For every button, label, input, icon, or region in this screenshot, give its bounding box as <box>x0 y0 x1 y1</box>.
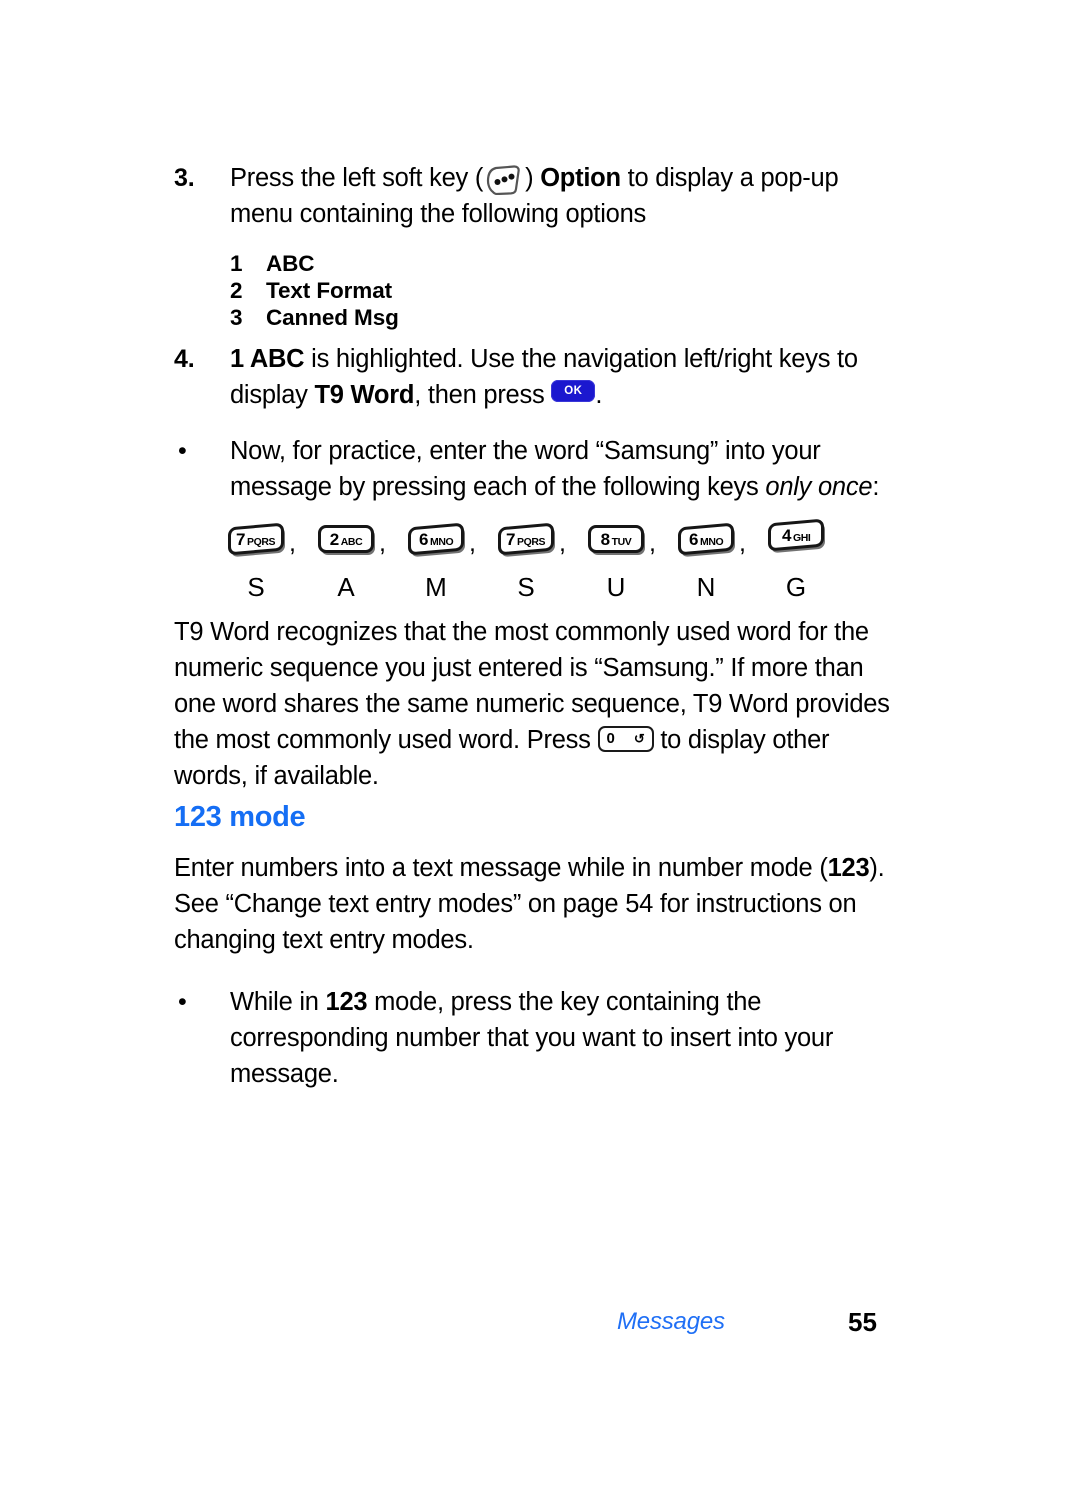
keycap-7-pqrs: 7 PQRS <box>228 522 284 556</box>
keycap-letters: ABC <box>340 536 363 548</box>
mode123-paragraph: Enter numbers into a text message while … <box>174 850 896 958</box>
keycap-7-pqrs-2: 7 PQRS <box>498 522 554 556</box>
keycap-4-ghi: 4 GHI <box>768 518 824 552</box>
keypad-sequence: 7 PQRS , 2 ABC , 6 MNO , 7 PQRS , 8 TUV … <box>228 518 928 567</box>
keycap-2-abc: 2 ABC <box>318 525 374 553</box>
document-page: 3. Press the left soft key () Option to … <box>0 0 1080 1492</box>
keycap-letters: MNO <box>429 536 454 548</box>
ok-key-label: OK <box>564 385 583 397</box>
option-label: Text Format <box>266 278 393 303</box>
ok-key-icon: OK <box>551 380 596 402</box>
mode123-bullet: • While in 123 mode, press the key conta… <box>174 984 896 1092</box>
keycap-6-mno: 6 MNO <box>408 522 464 556</box>
page-title-123-mode: 123 mode <box>174 801 306 833</box>
keycap-separator: , <box>559 529 566 557</box>
keycap-6-mno-2: 6 MNO <box>678 522 734 556</box>
samsung-letters-row: S A M S U N G <box>228 570 928 610</box>
keycap-slot-3: 6 MNO , <box>408 521 476 557</box>
step-3-number: 3. <box>174 164 195 192</box>
practice-bullet-colon: : <box>872 473 880 501</box>
mode123-paragraph-bold: 123 <box>827 854 870 882</box>
keycap-8-tuv: 8 TUV <box>588 525 644 553</box>
step-4-text-tail: , then press <box>414 381 552 409</box>
keycap-letters: GHI <box>792 532 811 544</box>
option-list: 1 ABC 2 Text Format 3 Canned Msg <box>174 250 904 331</box>
step-4-bold-lead: 1 ABC <box>230 345 305 373</box>
footer-page-number: 55 <box>848 1307 877 1337</box>
option-index: 3 <box>230 305 243 330</box>
keycap-digit: 8 <box>600 529 610 549</box>
practice-bullet: • Now, for practice, enter the word “Sam… <box>174 433 904 505</box>
step-4-bold-term: T9 Word <box>314 381 415 409</box>
option-item-1: 1 ABC <box>230 250 904 277</box>
keycap-letters: MNO <box>699 536 724 548</box>
option-label: Canned Msg <box>266 305 399 330</box>
t9-paragraph-block: T9 Word recognizes that the most commonl… <box>174 614 896 794</box>
keycap-slot-4: 7 PQRS , <box>498 521 566 557</box>
keycap-letters: TUV <box>611 536 632 548</box>
samsung-letter-1: S <box>247 572 265 602</box>
keycap-separator: , <box>289 529 296 557</box>
samsung-letter-7: G <box>785 572 807 602</box>
keycap-letters: PQRS <box>247 536 276 548</box>
option-label: ABC <box>266 251 315 276</box>
step-3-text: Press the left soft key () Option to dis… <box>230 160 904 232</box>
option-index: 1 <box>230 251 243 276</box>
mode123-paragraph-part1: Enter numbers into a text message while … <box>174 854 828 882</box>
keycap-letters: PQRS <box>517 536 546 548</box>
keycap-slot-1: 7 PQRS , <box>228 521 296 557</box>
samsung-letter-4: S <box>517 572 535 602</box>
keycap-digit: 4 <box>781 525 791 545</box>
soft-key-icon <box>483 165 525 196</box>
keycap-separator: , <box>739 529 746 557</box>
step-4-text: 1 ABC is highlighted. Use the navigation… <box>230 341 904 413</box>
keycap-digit: 6 <box>688 529 698 549</box>
bullet-marker: • <box>178 988 187 1016</box>
practice-bullet-italic: only once <box>765 473 873 501</box>
step-3-text-before: Press the left soft key ( <box>230 164 484 192</box>
keycap-slot-2: 2 ABC , <box>318 521 386 557</box>
zero-key-icon: 0 ↺ <box>597 726 654 752</box>
step-3-bold-term: Option <box>540 164 621 192</box>
keycap-slot-5: 8 TUV , <box>588 521 656 557</box>
keycap-separator: , <box>379 529 386 557</box>
zero-key-symbol: ↺ <box>633 731 645 746</box>
practice-bullet-text: Now, for practice, enter the word “Samsu… <box>230 433 904 505</box>
keycap-digit: 7 <box>506 529 516 549</box>
zero-key-digit: 0 <box>606 730 615 747</box>
keycap-separator: , <box>649 529 656 557</box>
samsung-letter-2: A <box>337 572 355 602</box>
keycap-slot-7: 4 GHI <box>768 518 824 552</box>
mode123-bullet-text: While in 123 mode, press the key contain… <box>230 984 896 1092</box>
keycap-digit: 7 <box>236 529 246 549</box>
bullet-marker: • <box>178 437 187 465</box>
t9-paragraph: T9 Word recognizes that the most commonl… <box>174 614 896 794</box>
document-content: 3. Press the left soft key () Option to … <box>174 160 904 511</box>
section-123-mode: 123 mode Enter numbers into a text messa… <box>174 798 896 1110</box>
samsung-letter-6: N <box>696 572 716 602</box>
option-item-3: 3 Canned Msg <box>230 304 904 331</box>
keycap-digit: 6 <box>418 529 428 549</box>
step-3: 3. Press the left soft key () Option to … <box>174 160 904 232</box>
keycap-slot-6: 6 MNO , <box>678 521 746 557</box>
samsung-letter-3: M <box>425 572 447 602</box>
step-3-text-after-icon: ) <box>525 164 541 192</box>
footer-section-label: Messages <box>617 1308 725 1335</box>
option-index: 2 <box>230 278 243 303</box>
keycap-separator: , <box>469 529 476 557</box>
option-item-2: 2 Text Format <box>230 277 904 304</box>
practice-bullet-main: Now, for practice, enter the word “Samsu… <box>230 437 821 501</box>
step-4-period: . <box>595 381 603 409</box>
step-4: 4. 1 ABC is highlighted. Use the navigat… <box>174 341 904 413</box>
mode123-bullet-bold: 123 <box>325 988 368 1016</box>
keycap-digit: 2 <box>329 529 339 549</box>
step-4-number: 4. <box>174 345 195 373</box>
samsung-letter-5: U <box>606 572 626 602</box>
page-footer: Messages 55 <box>0 1305 1080 1355</box>
mode123-bullet-part1: While in <box>230 988 326 1016</box>
